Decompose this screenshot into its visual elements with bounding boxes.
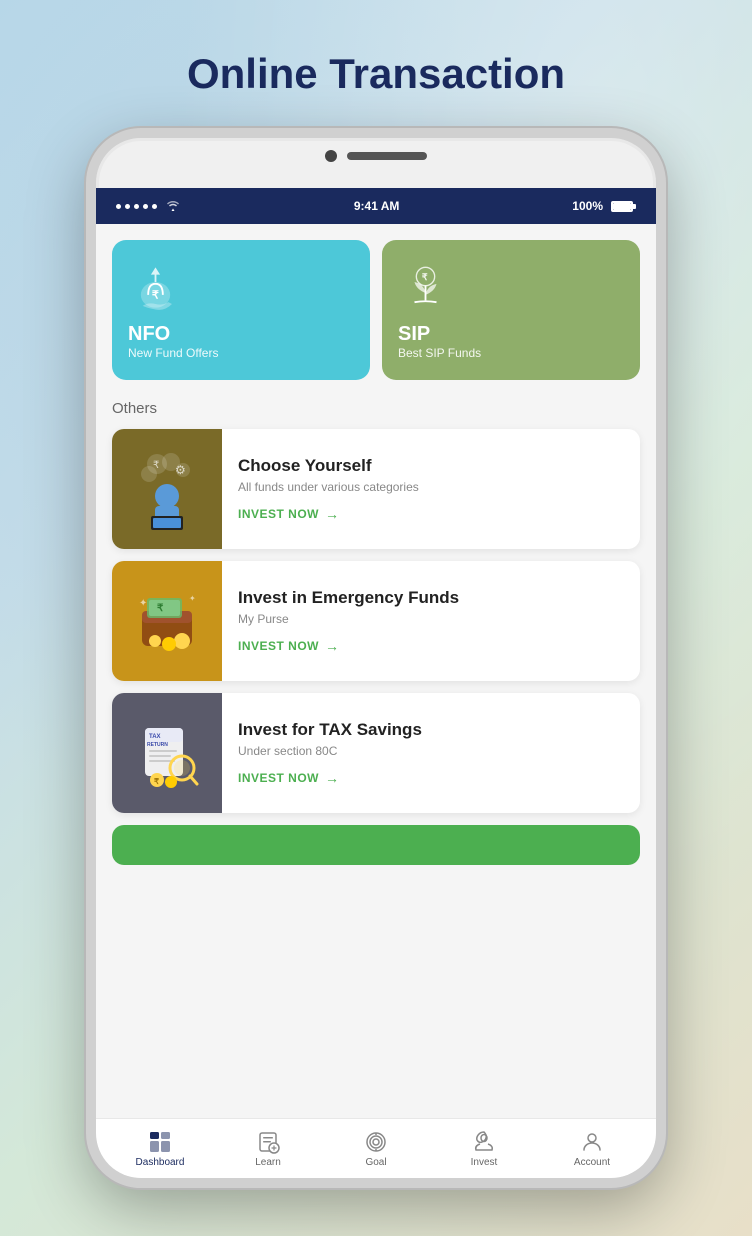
svg-text:₹: ₹ [157,603,164,614]
bottom-nav: Dashboard Learn [96,1118,656,1178]
svg-text:✦: ✦ [139,598,147,609]
signal-dot-2 [125,204,130,209]
choose-yourself-title: Choose Yourself [238,456,419,476]
choose-yourself-content: Choose Yourself All funds under various … [222,429,435,549]
battery-icon [611,201,636,212]
invest-now-label-1: INVEST NOW [238,507,319,521]
signal-dot-5 [152,204,157,209]
emergency-funds-desc: My Purse [238,612,459,626]
emergency-funds-content: Invest in Emergency Funds My Purse INVES… [222,561,475,681]
invest-label: Invest [471,1157,498,1168]
dashboard-icon [148,1130,172,1154]
nfo-title: NFO [128,323,170,346]
list-item[interactable]: TAX RETURN ₹ [112,693,640,813]
nav-item-learn[interactable]: Learn [214,1130,322,1168]
battery-percent: 100% [572,199,603,213]
phone-top [325,150,427,162]
invest-now-label-2: INVEST NOW [238,639,319,653]
dashboard-label: Dashboard [136,1157,185,1168]
invest-icon [472,1130,496,1154]
choose-yourself-invest-btn[interactable]: INVEST NOW → [238,506,419,522]
emergency-funds-image: ₹ ✦ ✦ [112,561,222,681]
svg-text:₹: ₹ [154,777,159,786]
choose-yourself-image: ₹ ⚙ [112,429,222,549]
svg-text:TAX: TAX [149,734,161,740]
battery-area: 100% [572,199,636,213]
svg-text:✦: ✦ [189,594,196,603]
sip-subtitle: Best SIP Funds [398,346,481,360]
wifi-icon [165,199,181,214]
scroll-content[interactable]: ₹ NFO New Fund Offers [96,224,656,1118]
tax-savings-title: Invest for TAX Savings [238,720,422,740]
nav-item-goal[interactable]: Goal [322,1130,430,1168]
svg-text:₹: ₹ [152,290,159,302]
arrow-icon-3: → [325,770,340,786]
nfo-subtitle: New Fund Offers [128,346,218,360]
emergency-funds-title: Invest in Emergency Funds [238,588,459,608]
svg-text:₹: ₹ [422,272,428,282]
status-time: 9:41 AM [354,199,400,213]
signal-area [116,199,181,214]
nfo-card[interactable]: ₹ NFO New Fund Offers [112,240,370,380]
svg-text:⚙: ⚙ [175,463,186,477]
list-item[interactable]: ₹ ⚙ Choose Yourself All funds under vari… [112,429,640,549]
choose-yourself-desc: All funds under various categories [238,480,419,494]
speaker-bar [347,152,427,160]
svg-text:RETURN: RETURN [147,742,168,748]
top-cards-row: ₹ NFO New Fund Offers [112,240,640,380]
others-label: Others [112,400,640,417]
status-bar: 9:41 AM 100% [96,188,656,224]
camera-dot [325,150,337,162]
page-title: Online Transaction [187,50,565,98]
sip-card[interactable]: ₹ SIP Best SIP Funds [382,240,640,380]
learn-icon [256,1130,280,1154]
account-label: Account [574,1157,610,1168]
nav-item-invest[interactable]: Invest [430,1130,538,1168]
arrow-icon-2: → [325,638,340,654]
signal-dot-1 [116,204,121,209]
invest-now-label-3: INVEST NOW [238,771,319,785]
goal-icon [364,1130,388,1154]
sip-icon: ₹ [398,260,453,315]
tax-savings-image: TAX RETURN ₹ [112,693,222,813]
arrow-icon-1: → [325,506,340,522]
tax-savings-invest-btn[interactable]: INVEST NOW → [238,770,422,786]
signal-dot-4 [143,204,148,209]
signal-dot-3 [134,204,139,209]
goal-label: Goal [365,1157,386,1168]
tax-savings-content: Invest for TAX Savings Under section 80C… [222,693,438,813]
nav-item-account[interactable]: Account [538,1130,646,1168]
emergency-funds-invest-btn[interactable]: INVEST NOW → [238,638,459,654]
nfo-icon: ₹ [128,260,183,315]
phone-screen: 9:41 AM 100% [96,188,656,1178]
partial-card [112,825,640,865]
svg-text:₹: ₹ [153,460,159,471]
account-icon [580,1130,604,1154]
nav-item-dashboard[interactable]: Dashboard [106,1130,214,1168]
phone-frame: 9:41 AM 100% [86,128,666,1188]
learn-label: Learn [255,1157,281,1168]
tax-savings-desc: Under section 80C [238,744,422,758]
sip-title: SIP [398,323,430,346]
list-item[interactable]: ₹ ✦ ✦ Invest in Emergency Funds My Purse [112,561,640,681]
